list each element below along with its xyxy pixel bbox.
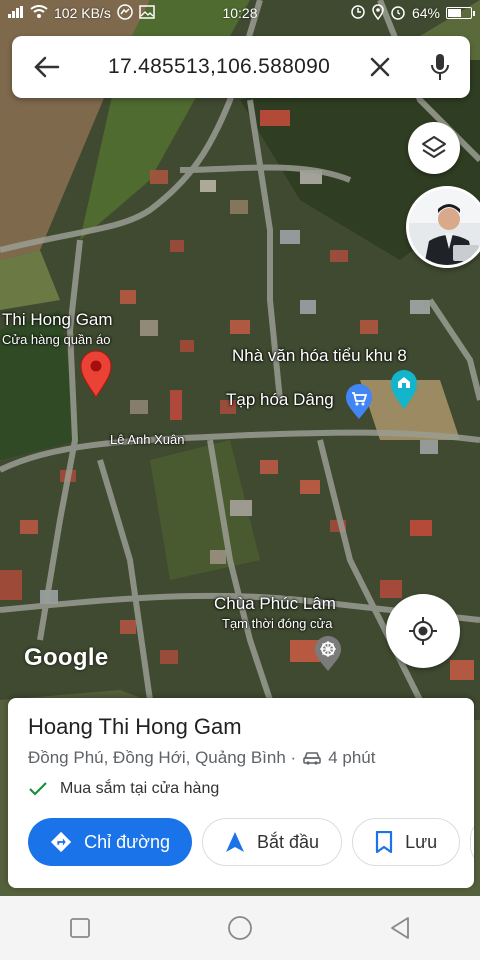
more-actions-button[interactable] bbox=[470, 818, 474, 866]
shopping-cart-icon bbox=[346, 384, 372, 419]
google-logo: Google bbox=[24, 644, 109, 671]
map-layers-button[interactable] bbox=[408, 122, 460, 174]
status-bar: 102 KB/s 10:28 64% bbox=[0, 0, 480, 26]
video-call-bubble[interactable] bbox=[406, 186, 480, 268]
drive-time: 4 phút bbox=[328, 748, 376, 767]
in-store-shopping: Mua sắm tại cửa hàng bbox=[60, 780, 220, 797]
place-title: Hoang Thi Hong Gam bbox=[28, 714, 242, 739]
directions-button[interactable]: Chỉ đường bbox=[28, 818, 192, 866]
save-label: Lưu bbox=[405, 831, 438, 852]
person-avatar-icon bbox=[409, 189, 480, 265]
directions-label: Chỉ đường bbox=[84, 831, 170, 852]
my-location-button[interactable] bbox=[386, 594, 460, 668]
map-label-closed-status: Tạm thời đóng cửa bbox=[222, 616, 333, 631]
map-label-chua-phuc-lam[interactable]: Chùa Phúc Lâm bbox=[214, 594, 336, 614]
place-feature-row: Mua sắm tại cửa hàng bbox=[28, 780, 474, 798]
map-label-tap-hoa-dang[interactable]: Tạp hóa Dâng bbox=[226, 390, 334, 410]
square-icon bbox=[70, 918, 90, 938]
dharma-wheel-icon bbox=[315, 636, 341, 671]
clock: 10:28 bbox=[222, 5, 258, 21]
car-icon bbox=[303, 752, 322, 765]
back-nav-button[interactable] bbox=[370, 896, 430, 960]
start-label: Bắt đầu bbox=[257, 831, 320, 852]
circle-icon bbox=[228, 916, 252, 940]
bookmark-icon bbox=[375, 831, 393, 853]
layers-icon bbox=[422, 136, 446, 158]
triangle-back-icon bbox=[391, 917, 409, 939]
search-bar[interactable]: 17.485513,106.588090 bbox=[12, 36, 470, 98]
place-details-card[interactable]: Hoang Thi Hong Gam Đồng Phú, Đồng Hới, Q… bbox=[8, 698, 474, 888]
start-navigation-button[interactable]: Bắt đầu bbox=[202, 818, 343, 866]
street-label-le-anh-xuan: Lê Anh Xuân bbox=[110, 432, 185, 447]
system-nav-bar bbox=[0, 896, 480, 960]
temple-pin[interactable] bbox=[314, 636, 342, 677]
clear-button[interactable] bbox=[350, 36, 410, 98]
selected-place-pin[interactable] bbox=[80, 350, 112, 403]
landmark-pin[interactable] bbox=[390, 370, 418, 415]
action-buttons: Chỉ đường Bắt đầu Lưu bbox=[28, 818, 474, 866]
checkmark-icon bbox=[29, 782, 47, 796]
pin-place-category-label: Cửa hàng quần áo bbox=[2, 332, 111, 347]
microphone-icon bbox=[431, 54, 449, 80]
search-input[interactable]: 17.485513,106.588090 bbox=[82, 55, 350, 79]
map-label-nha-van-hoa[interactable]: Nhà văn hóa tiểu khu 8 bbox=[232, 346, 407, 366]
shopping-pin[interactable] bbox=[344, 384, 374, 425]
pin-place-name-label[interactable]: Thi Hong Gam bbox=[2, 310, 113, 330]
map-pin-icon bbox=[80, 350, 112, 398]
close-icon bbox=[370, 57, 390, 77]
place-address: Đồng Phú, Đồng Hới, Quảng Bình · bbox=[28, 748, 297, 767]
voice-search-button[interactable] bbox=[410, 36, 470, 98]
battery-icon bbox=[446, 7, 475, 19]
save-button[interactable]: Lưu bbox=[352, 818, 461, 866]
back-button[interactable] bbox=[12, 36, 82, 98]
home-button[interactable] bbox=[210, 896, 270, 960]
directions-icon bbox=[50, 831, 72, 853]
place-address-row: Đồng Phú, Đồng Hới, Quảng Bình · 4 phút bbox=[28, 748, 474, 768]
arrow-left-icon bbox=[34, 56, 60, 78]
recents-button[interactable] bbox=[50, 896, 110, 960]
navigation-arrow-icon bbox=[226, 832, 244, 852]
crosshair-icon bbox=[409, 617, 437, 645]
landmark-icon bbox=[391, 370, 417, 409]
